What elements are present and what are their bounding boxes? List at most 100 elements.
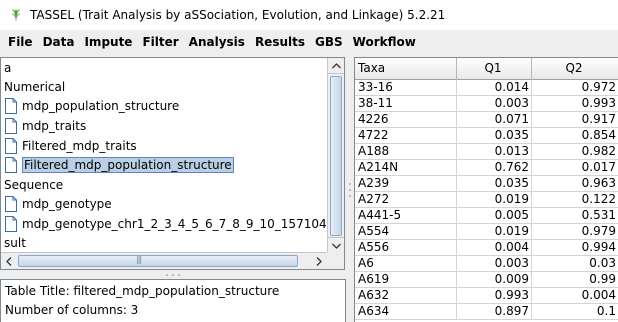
menu-impute[interactable]: Impute [79,35,137,49]
cell-taxa: A188 [355,144,457,160]
splitter-grip-icon [166,273,180,276]
table-row[interactable]: 33-16 0.014 0.972 [355,80,618,96]
tree-label: a [4,60,12,75]
scroll-right-button[interactable] [311,253,327,269]
table-row[interactable]: A6 0.003 0.03 [355,256,618,272]
table-row[interactable]: 4722 0.035 0.854 [355,128,618,144]
window-title: TASSEL (Trait Analysis by aSSociation, E… [30,8,446,22]
cell-taxa: A619 [355,272,457,288]
tree-label: mdp_population_structure [22,98,180,113]
scroll-left-button[interactable] [1,253,17,269]
table-row[interactable]: A272 0.019 0.122 [355,192,618,208]
tree-item-mdp-population-structure[interactable]: mdp_population_structure [4,96,179,115]
tree-label: mdp_genotype_chr1_2_3_4_5_6_7_8_9_10_157… [22,216,327,231]
cell-taxa: 33-16 [355,80,457,96]
scroll-up-button[interactable] [328,58,344,74]
data-tree: a Numerical mdp_population_structure mdp… [1,58,327,253]
table-row[interactable]: A188 0.013 0.982 [355,144,618,160]
cell-taxa: A556 [355,240,457,256]
column-header-taxa[interactable]: Taxa [355,58,457,80]
tree-item-filtered-mdp-population-structure[interactable]: Filtered_mdp_population_structure [4,155,234,174]
scroll-grip-icon: ||| [136,255,142,264]
cell-q1: 0.897 [457,304,532,320]
dataset-info-panel: Table Title: filtered_mdp_population_str… [0,279,346,322]
document-icon [4,156,18,173]
tree-node-partial[interactable]: a [4,58,11,77]
menu-filter[interactable]: Filter [137,35,183,49]
cell-q1: 0.003 [457,256,532,272]
cell-q1: 0.013 [457,144,532,160]
chevron-left-icon [6,256,12,266]
data-table-panel: Taxa Q1 Q2 33-16 0.014 0.972 38-11 0.003 0.9… [354,57,618,322]
title-bar: TASSEL (Trait Analysis by aSSociation, E… [0,0,618,30]
menu-analysis[interactable]: Analysis [184,35,250,49]
tree-item-mdp-traits[interactable]: mdp_traits [4,116,86,135]
vertical-splitter[interactable] [346,57,354,322]
document-icon [4,195,18,212]
scroll-corner [327,252,344,269]
vertical-scroll-thumb[interactable] [330,76,342,236]
cell-taxa: 38-11 [355,96,457,112]
cell-q1: 0.009 [457,272,532,288]
cell-q2: 0.972 [532,80,618,96]
column-header-q2[interactable]: Q2 [532,58,618,80]
table-row[interactable]: A632 0.993 0.004 [355,288,618,304]
table-row[interactable]: 4226 0.071 0.917 [355,112,618,128]
data-tree-panel: a Numerical mdp_population_structure mdp… [0,57,345,270]
cell-q1: 0.005 [457,208,532,224]
cell-q2: 0.017 [532,160,618,176]
tree-label: Filtered_mdp_population_structure [22,156,234,173]
cell-taxa: A214N [355,160,457,176]
cell-q1: 0.762 [457,160,532,176]
cell-q1: 0.019 [457,192,532,208]
table-row[interactable]: A619 0.009 0.99 [355,272,618,288]
table-row[interactable]: A554 0.019 0.979 [355,224,618,240]
tree-label: Numerical [4,79,66,94]
table-row[interactable]: A441-5 0.005 0.531 [355,208,618,224]
num-columns-text: Number of columns: 3 [5,303,139,317]
menu-workflow[interactable]: Workflow [348,35,421,49]
document-icon [4,117,18,134]
cell-taxa: 4226 [355,112,457,128]
cell-q2: 0.854 [532,128,618,144]
cell-q2: 0.993 [532,96,618,112]
cell-q2: 0.99 [532,272,618,288]
cell-q1: 0.993 [457,288,532,304]
menu-bar: File Data Impute Filter Analysis Results… [0,30,618,54]
column-header-q1[interactable]: Q1 [457,58,532,80]
tree-item-filtered-mdp-traits[interactable]: Filtered_mdp_traits [4,136,137,155]
table-row[interactable]: A239 0.035 0.963 [355,176,618,192]
tassel-app-icon [8,7,24,23]
tree-group-numerical[interactable]: Numerical [4,77,65,96]
horizontal-splitter[interactable] [0,270,346,279]
tree-label: mdp_genotype [22,196,112,211]
tree-group-result[interactable]: sult [4,233,26,252]
tree-item-mdp-genotype[interactable]: mdp_genotype [4,194,112,213]
table-row[interactable]: A556 0.004 0.994 [355,240,618,256]
menu-data[interactable]: Data [38,35,80,49]
menu-file[interactable]: File [3,35,38,49]
cell-q1: 0.035 [457,176,532,192]
tree-label: Filtered_mdp_traits [22,138,137,153]
tree-horizontal-scrollbar[interactable]: ||| [1,252,327,269]
cell-q2: 0.963 [532,176,618,192]
cell-q1: 0.035 [457,128,532,144]
cell-q2: 0.917 [532,112,618,128]
scroll-down-button[interactable] [328,237,344,253]
table-row[interactable]: 38-11 0.003 0.993 [355,96,618,112]
menu-results[interactable]: Results [250,35,310,49]
cell-taxa: A554 [355,224,457,240]
cell-taxa: 4722 [355,128,457,144]
tree-group-sequence[interactable]: Sequence [4,175,63,194]
tree-vertical-scrollbar[interactable] [327,58,344,253]
table-row[interactable]: A214N 0.762 0.017 [355,160,618,176]
tree-item-mdp-genotype-chr[interactable]: mdp_genotype_chr1_2_3_4_5_6_7_8_9_10_157… [4,214,327,233]
document-icon [4,97,18,114]
menu-gbs[interactable]: GBS [310,35,348,49]
horizontal-scroll-thumb[interactable] [18,255,298,267]
document-icon [4,215,18,232]
cell-taxa: A441-5 [355,208,457,224]
cell-q2: 0.004 [532,288,618,304]
table-row[interactable]: A634 0.897 0.1 [355,304,618,320]
tree-label: Sequence [4,177,64,192]
